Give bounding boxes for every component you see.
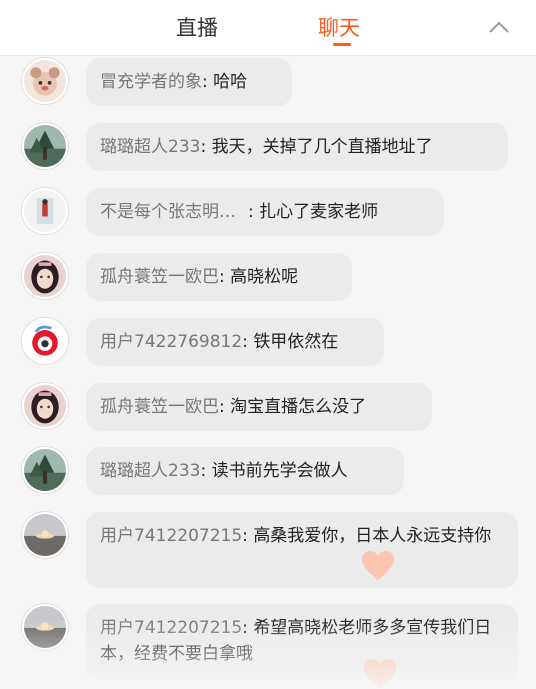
- avatar[interactable]: [22, 123, 68, 169]
- message-author[interactable]: 孤舟蓑笠一欧巴: [100, 267, 219, 287]
- message-author[interactable]: 用户7412207215: [100, 526, 242, 546]
- heart-icon: [362, 551, 394, 580]
- message-bubble: 用户7412207215: 希望高晓松老师多多宣传我们日本，经费不要白拿哦: [86, 604, 518, 680]
- heart-icon: [364, 659, 396, 688]
- avatar-image: [24, 60, 66, 102]
- collapse-button[interactable]: [484, 14, 514, 40]
- chevron-up-icon: [489, 21, 509, 33]
- message-text: 高桑我爱你，日本人永远支持你: [253, 526, 492, 546]
- tab-live[interactable]: 直播: [176, 12, 218, 42]
- message-author[interactable]: 孤舟蓑笠一欧巴: [100, 397, 219, 417]
- avatar-image: [24, 385, 66, 427]
- message-bubble: 孤舟蓑笠一欧巴: 高晓松呢: [86, 253, 352, 301]
- tab-bar: 直播 聊天: [0, 0, 536, 56]
- message-author[interactable]: 不是每个张志明…: [100, 202, 236, 222]
- message-text: 扎心了麦家老师: [259, 202, 379, 222]
- avatar[interactable]: [22, 318, 68, 364]
- weibo-default-avatar-icon: [24, 320, 66, 362]
- avatar[interactable]: [22, 447, 68, 493]
- message-bubble: 璐璐超人233: 读书前先学会做人: [86, 447, 404, 495]
- message-text: 淘宝直播怎么没了: [230, 397, 367, 417]
- message-text: 高晓松呢: [230, 267, 299, 287]
- avatar[interactable]: [22, 512, 68, 558]
- avatar[interactable]: [22, 604, 68, 650]
- avatar[interactable]: [22, 383, 68, 429]
- message-author[interactable]: 璐璐超人233: [100, 461, 200, 481]
- message-text: 读书前先学会做人: [211, 461, 348, 481]
- chat-list[interactable]: 冒充学者的象: 哈哈 璐璐超人233: 我天，关掉了几个直播地址了 不是每个张志…: [0, 56, 536, 689]
- message-bubble: 孤舟蓑笠一欧巴: 淘宝直播怎么没了: [86, 383, 432, 431]
- message-author[interactable]: 用户7412207215: [100, 618, 242, 638]
- avatar[interactable]: [22, 188, 68, 234]
- message-bubble: 用户7422769812: 铁甲依然在: [86, 318, 384, 366]
- message-author[interactable]: 璐璐超人233: [100, 137, 200, 157]
- avatar-image: [24, 449, 66, 491]
- message-text: 哈哈: [213, 72, 248, 92]
- message-bubble: 用户7412207215: 高桑我爱你，日本人永远支持你: [86, 512, 518, 588]
- avatar-image: [24, 255, 66, 297]
- active-tab-indicator: [333, 43, 351, 46]
- tab-chat[interactable]: 聊天: [318, 12, 360, 42]
- message-author[interactable]: 用户7422769812: [100, 332, 242, 352]
- avatar-image: [24, 190, 66, 232]
- message-author[interactable]: 冒充学者的象: [100, 72, 202, 92]
- avatar[interactable]: [22, 58, 68, 104]
- message-text: 铁甲依然在: [253, 332, 339, 352]
- avatar-image: [24, 514, 66, 556]
- message-bubble: 不是每个张志明…: 扎心了麦家老师: [86, 188, 444, 236]
- avatar-image: [24, 606, 66, 648]
- message-bubble: 璐璐超人233: 我天，关掉了几个直播地址了: [86, 123, 508, 171]
- avatar-image: [24, 125, 66, 167]
- avatar[interactable]: [22, 253, 68, 299]
- message-bubble: 冒充学者的象: 哈哈: [86, 58, 292, 106]
- message-text: 我天，关掉了几个直播地址了: [211, 137, 433, 157]
